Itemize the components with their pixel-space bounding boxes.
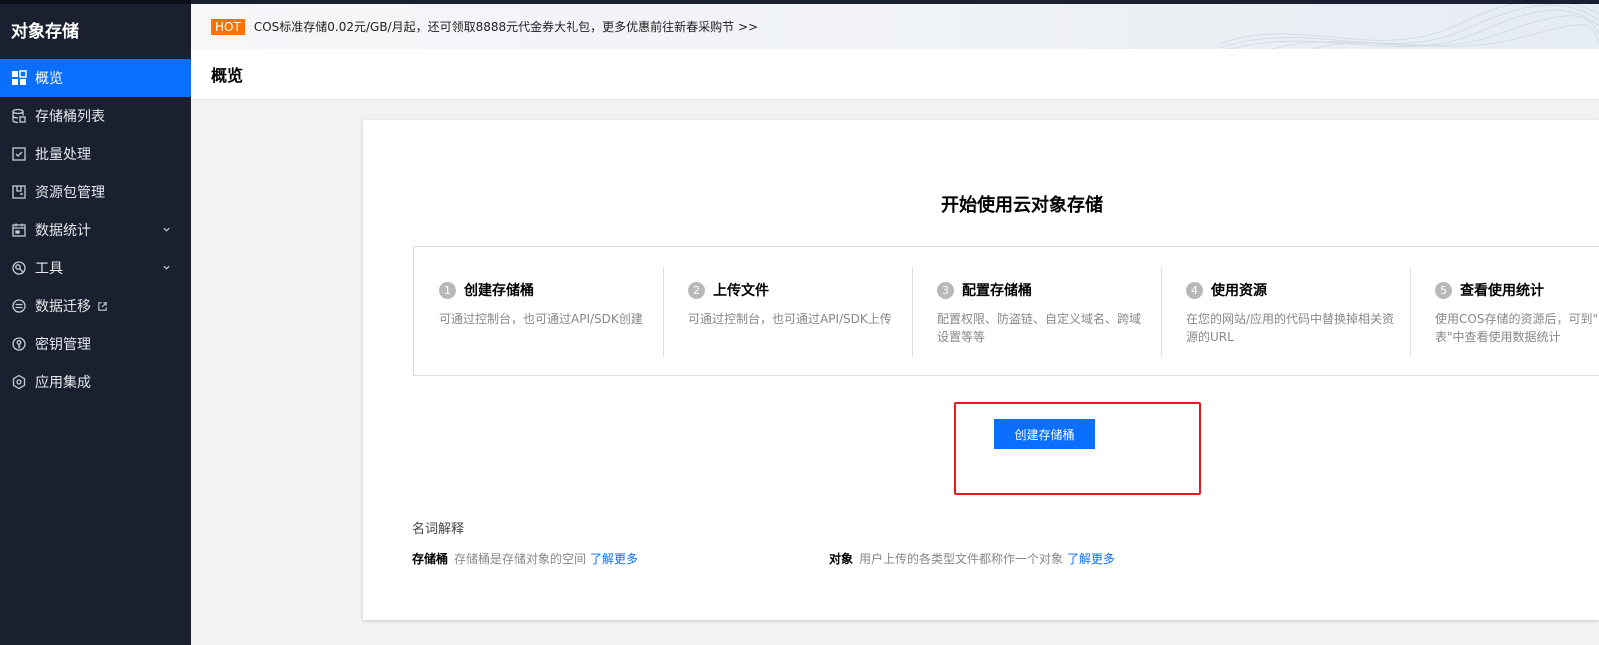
integration-icon [11,374,27,390]
sidebar-item-label: 资源包管理 [35,185,105,201]
step-create-bucket: 1 创建存储桶 可通过控制台，也可通过API/SDK创建 [414,267,663,375]
step-title: 配置存储桶 [962,283,1032,299]
package-icon [11,184,27,200]
grid-icon [11,70,27,86]
calendar-icon [11,222,27,238]
step-view-statistics: 5 查看使用统计 使用COS存储的资源后，可到" 表"中查看使用数据统计 [1410,267,1599,375]
term-description: 存储桶是存储对象的空间 [454,552,587,566]
sidebar-title: 对象存储 [11,22,79,42]
steps-panel: 1 创建存储桶 可通过控制台，也可通过API/SDK创建 2 上传文件 可通过控… [413,246,1599,376]
step-title: 查看使用统计 [1460,283,1544,299]
sidebar-item-bucket-list[interactable]: 存储桶列表 [0,97,191,135]
step-description-line: 配置权限、防盗链、自定义域名、跨域 [937,312,1142,326]
glossary-term-object: 对象 用户上传的各类型文件都称作一个对象 了解更多 [829,550,1115,567]
checkbox-icon [11,146,27,162]
migrate-icon [11,298,27,314]
learn-more-link[interactable]: 了解更多 [590,552,638,566]
step-title: 创建存储桶 [464,283,534,299]
step-description-line: 设置等等 [937,330,986,344]
sidebar-item-overview[interactable]: 概览 [0,59,191,97]
learn-more-link[interactable]: 了解更多 [1067,552,1115,566]
step-description: 在您的网站/应用的代码中替换掉相关资 源的URL [1186,310,1395,346]
step-description-line: 可通过控制台，也可通过API/SDK创建 [439,312,643,326]
step-description-line: 表"中查看使用数据统计 [1435,330,1561,344]
step-configure-bucket: 3 配置存储桶 配置权限、防盗链、自定义域名、跨域 设置等等 [912,267,1161,375]
create-bucket-button[interactable]: 创建存储桶 [994,419,1095,449]
sidebar-item-label: 批量处理 [35,147,91,163]
sidebar-item-label: 工具 [35,261,63,277]
sidebar-item-label: 存储桶列表 [35,109,105,125]
step-description-line: 可通过控制台，也可通过API/SDK上传 [688,312,892,326]
decorative-waves-graphic [1219,4,1599,49]
term-name: 存储桶 [412,552,449,566]
glossary-term-bucket: 存储桶 存储桶是存储对象的空间 了解更多 [412,550,638,567]
step-description-line: 在您的网站/应用的代码中替换掉相关资 [1186,312,1395,326]
tools-icon [11,260,27,276]
step-number: 2 [688,281,705,299]
step-description: 可通过控制台，也可通过API/SDK创建 [439,310,643,328]
sidebar-item-tools[interactable]: 工具 [0,249,191,287]
sidebar-item-resource-packages[interactable]: 资源包管理 [0,173,191,211]
getting-started-card: 开始使用云对象存储 1 创建存储桶 可通过控制台，也可通过API/SDK创建 2… [363,120,1599,620]
hot-badge: HOT [211,18,245,35]
step-upload-files: 2 上传文件 可通过控制台，也可通过API/SDK上传 [663,267,912,375]
sidebar-item-statistics[interactable]: 数据统计 [0,211,191,249]
step-description-line: 使用COS存储的资源后，可到" [1435,312,1598,326]
sidebar-item-batch[interactable]: 批量处理 [0,135,191,173]
sidebar-item-label: 密钥管理 [35,337,91,353]
chevron-down-icon [163,265,170,270]
card-title: 开始使用云对象存储 [941,195,1103,216]
page-title: 概览 [191,49,1599,100]
step-number: 5 [1435,281,1452,299]
sidebar: 对象存储 概览 存储桶列表 批量处理 资源包管理 数据统计 工具 数据迁移 密钥… [0,0,191,645]
step-use-resources: 4 使用资源 在您的网站/应用的代码中替换掉相关资 源的URL [1161,267,1410,375]
term-description: 用户上传的各类型文件都称作一个对象 [859,552,1064,566]
step-number: 1 [439,281,456,299]
sidebar-item-migration[interactable]: 数据迁移 [0,287,191,325]
sidebar-item-label: 概览 [35,71,63,87]
step-title: 使用资源 [1211,283,1267,299]
sidebar-item-label: 数据迁移 [35,299,91,315]
sidebar-item-label: 数据统计 [35,223,91,239]
term-name: 对象 [829,552,854,566]
step-description: 配置权限、防盗链、自定义域名、跨域 设置等等 [937,310,1142,346]
chevron-down-icon [163,227,170,232]
promo-banner[interactable]: HOT COS标准存储0.02元/GB/月起，还可领取8888元代金券大礼包，更… [191,0,1599,49]
external-link-icon [98,301,107,311]
key-icon [11,336,27,352]
sidebar-item-keys[interactable]: 密钥管理 [0,325,191,363]
step-number: 3 [937,281,954,299]
step-description-line: 源的URL [1186,330,1234,344]
step-description: 使用COS存储的资源后，可到" 表"中查看使用数据统计 [1435,310,1598,346]
sidebar-item-integration[interactable]: 应用集成 [0,363,191,401]
sidebar-item-label: 应用集成 [35,375,91,391]
step-number: 4 [1186,281,1203,299]
glossary-title: 名词解释 [412,522,465,537]
database-icon [11,108,27,124]
step-title: 上传文件 [713,283,769,299]
step-description: 可通过控制台，也可通过API/SDK上传 [688,310,892,328]
promo-text[interactable]: COS标准存储0.02元/GB/月起，还可领取8888元代金券大礼包，更多优惠前… [254,18,758,35]
